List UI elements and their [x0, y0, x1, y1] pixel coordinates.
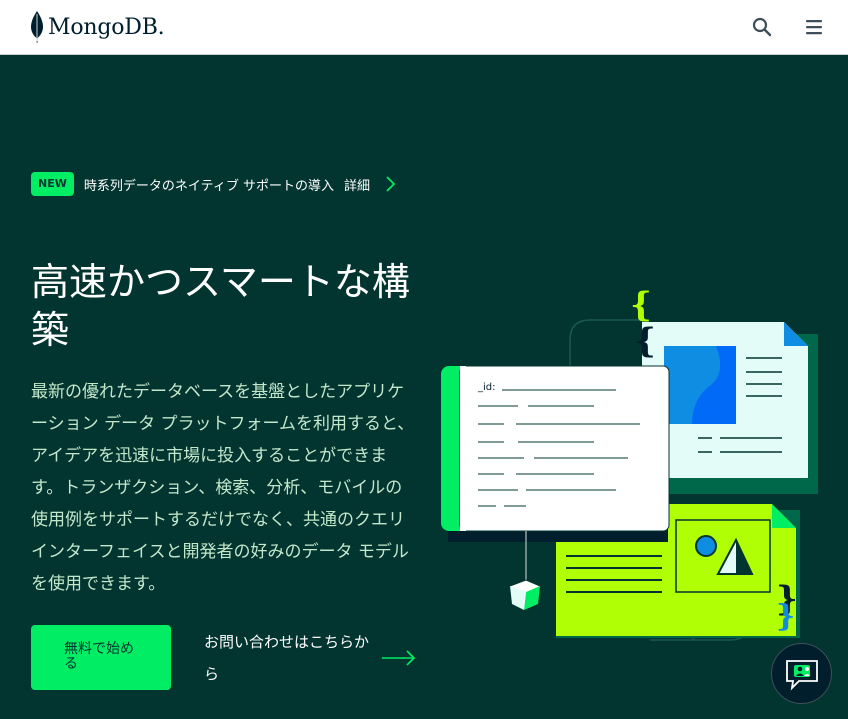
start-free-button[interactable]: 無料で始める	[31, 625, 171, 690]
svg-text:{: {	[630, 285, 652, 325]
new-badge: NEW	[31, 172, 74, 196]
leaf-icon	[31, 11, 43, 43]
arrow-right-icon[interactable]	[381, 649, 417, 667]
chat-support-button[interactable]	[771, 643, 832, 704]
hamburger-menu-icon[interactable]	[802, 15, 826, 39]
mongodb-logo[interactable]: MongoDB.	[30, 10, 165, 44]
top-navigation-bar: MongoDB.	[0, 0, 848, 55]
contact-us-link[interactable]: お問い合わせはこちらから	[204, 626, 379, 690]
svg-text:}: }	[776, 599, 795, 634]
announcement-text: 時系列データのネイティブ サポートの導入	[83, 178, 334, 194]
announcement-details-link[interactable]: 詳細	[344, 175, 370, 194]
hero-description: 最新の優れたデータベースを基盤としたアプリケーション データ プラットフォームを…	[31, 382, 415, 594]
doc-id-field: _id:	[477, 382, 496, 393]
svg-text:{: {	[634, 321, 656, 361]
chevron-right-icon	[386, 176, 396, 192]
document-illustration: { { } } _id:	[441, 285, 818, 641]
brand-name: MongoDB.	[48, 14, 165, 40]
search-icon[interactable]	[750, 15, 774, 39]
announcement-banner[interactable]: NEW 時系列データのネイティブ サポートの導入 詳細	[31, 171, 396, 197]
chat-support-icon	[785, 659, 818, 691]
hero-title: 高速かつスマートな構築	[31, 260, 410, 352]
